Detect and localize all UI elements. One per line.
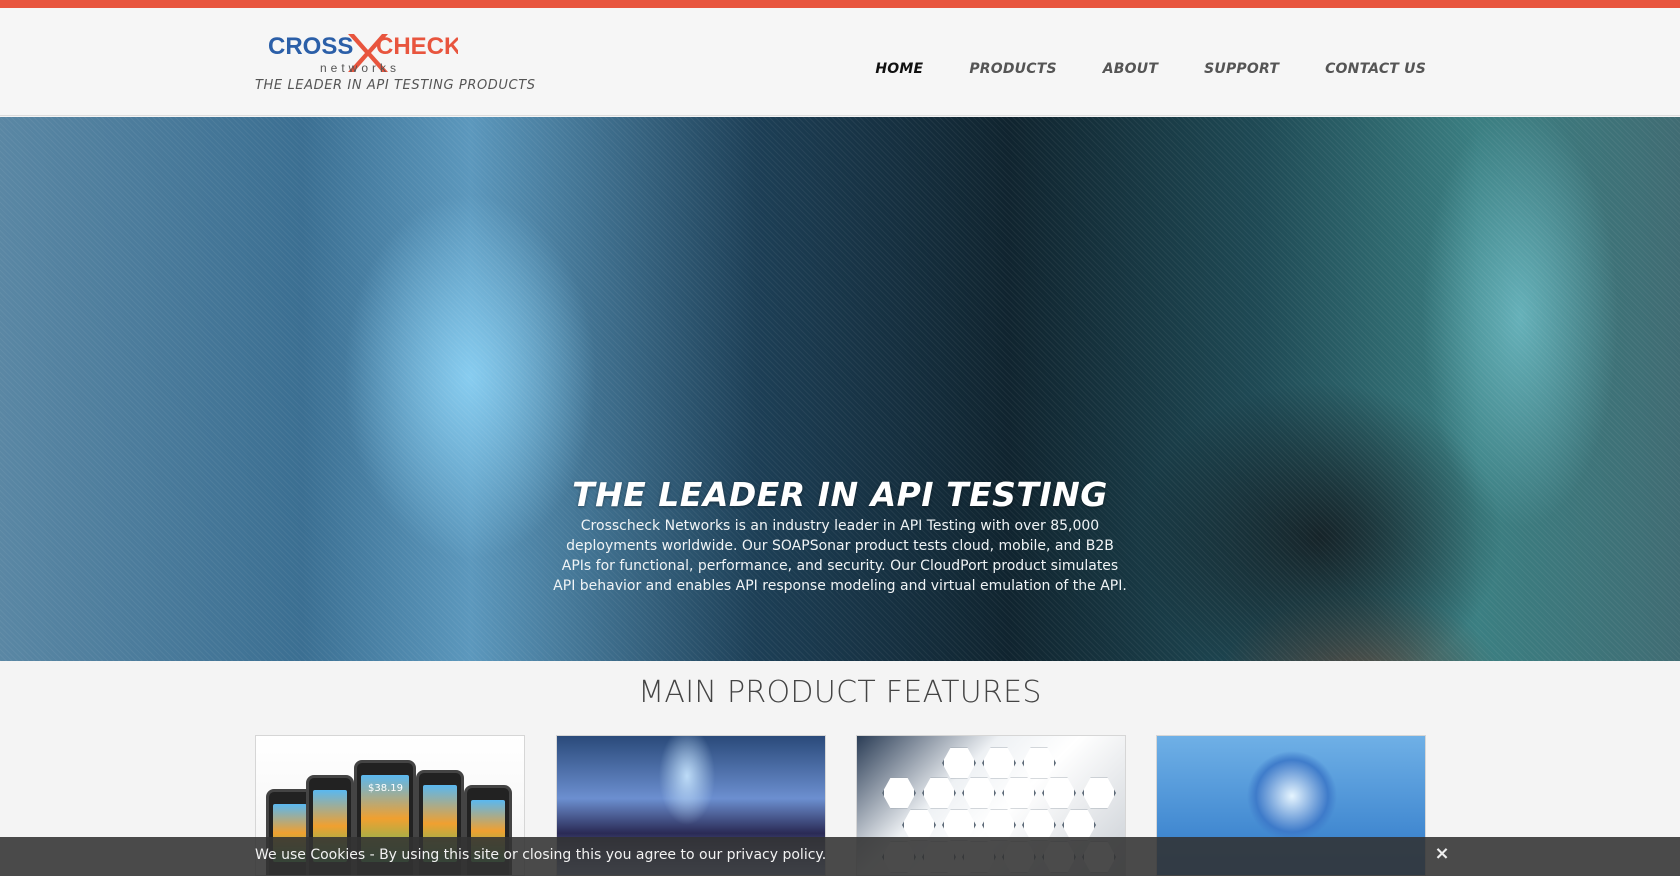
hero-description: Crosscheck Networks is an industry leade…	[553, 518, 1127, 594]
phone-screen-text: $38.19	[368, 783, 403, 794]
site-tagline: THE LEADER IN API TESTING PRODUCTS	[255, 78, 536, 93]
top-accent-strip	[0, 0, 1680, 8]
svg-text:CROSS: CROSS	[268, 33, 353, 60]
nav-about[interactable]: ABOUT	[1103, 61, 1158, 77]
site-header: CROSS CHECK networks THE LEADER IN API T…	[0, 8, 1680, 116]
close-icon[interactable]: ×	[1432, 843, 1452, 867]
nav-contact-us[interactable]: CONTACT US	[1325, 61, 1426, 77]
features-heading: MAIN PRODUCT FEATURES	[638, 675, 1042, 710]
cookie-message: We use Cookies - By using this site or c…	[255, 847, 827, 863]
svg-text:CHECK: CHECK	[376, 33, 458, 60]
hero-title: THE LEADER IN API TESTING	[572, 475, 1108, 514]
nav-products[interactable]: PRODUCTS	[969, 61, 1056, 77]
svg-text:networks: networks	[320, 61, 400, 75]
nav-support[interactable]: SUPPORT	[1204, 61, 1279, 77]
main-nav: HOME PRODUCTS ABOUT SUPPORT CONTACT US	[875, 61, 1426, 77]
crosscheck-logo[interactable]: CROSS CHECK networks	[268, 30, 458, 76]
nav-home[interactable]: HOME	[875, 61, 923, 77]
hero-banner: THE LEADER IN API TESTING Crosscheck Net…	[0, 117, 1680, 661]
cookie-consent-bar: We use Cookies - By using this site or c…	[0, 837, 1680, 876]
